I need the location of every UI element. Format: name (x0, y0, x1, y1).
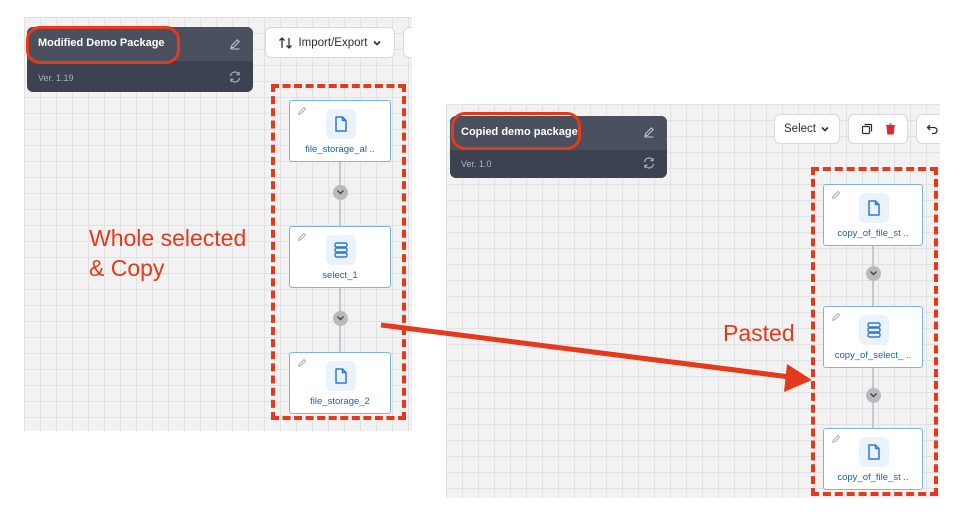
copy-paste-arrow (380, 322, 812, 392)
